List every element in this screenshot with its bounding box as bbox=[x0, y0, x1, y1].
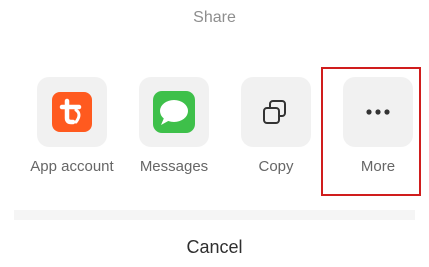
share-sheet: Share App account Messages Copy More Can… bbox=[0, 0, 429, 267]
tuya-logo-icon bbox=[59, 98, 82, 125]
copy-label: Copy bbox=[258, 158, 294, 175]
messages-icon bbox=[153, 91, 195, 133]
app-account-label: App account bbox=[30, 158, 114, 175]
messages-label: Messages bbox=[139, 158, 209, 175]
more-highlight-box bbox=[321, 67, 421, 196]
cancel-button[interactable]: Cancel bbox=[0, 237, 429, 258]
share-target-copy[interactable]: Copy bbox=[226, 77, 326, 175]
tuya-app-icon bbox=[52, 92, 92, 132]
copy-tile[interactable] bbox=[241, 77, 311, 147]
share-title: Share bbox=[193, 9, 236, 26]
divider bbox=[14, 210, 415, 220]
share-target-messages[interactable]: Messages bbox=[124, 77, 224, 175]
messages-tile[interactable] bbox=[139, 77, 209, 147]
chat-bubble-icon bbox=[160, 100, 188, 125]
app-account-tile[interactable] bbox=[37, 77, 107, 147]
copy-icon bbox=[263, 100, 286, 124]
share-target-app-account[interactable]: App account bbox=[22, 77, 122, 175]
